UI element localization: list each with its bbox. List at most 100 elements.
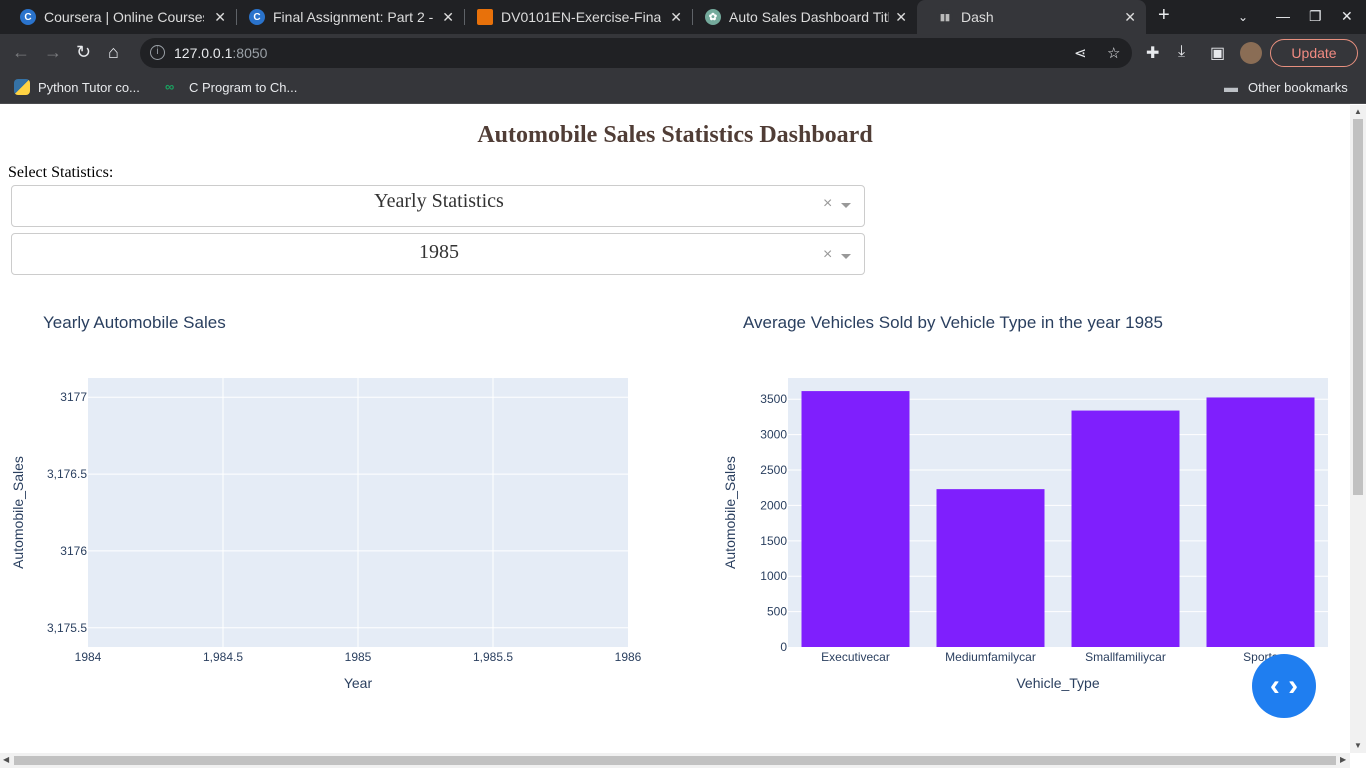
other-bookmarks[interactable]: ▬ Other bookmarks (1224, 79, 1348, 95)
tab-title: Coursera | Online Courses (44, 9, 204, 25)
vertical-scrollbar[interactable]: ▲ ▼ (1350, 105, 1366, 753)
dropdown-value: 1985 (419, 241, 459, 263)
close-icon[interactable]: ✕ (214, 9, 226, 26)
x-tick-label: Executivecar (821, 650, 890, 664)
dashboard-title: Automobile Sales Statistics Dashboard (477, 122, 873, 148)
tab-final-assignment[interactable]: C Final Assignment: Part 2 - ✕ (229, 0, 464, 34)
bookmark-label: C Program to Ch... (189, 79, 298, 95)
tab-search-icon[interactable]: ⌄ (1238, 10, 1248, 24)
browser-tab-bar: C Coursera | Online Courses ✕ C Final As… (0, 0, 1366, 34)
bookmark-c-program[interactable]: ∞ C Program to Ch... (165, 79, 297, 95)
y-tick-label: 3,176.5 (47, 467, 87, 481)
tab-dash[interactable]: ▮▮ Dash ✕ (917, 0, 1146, 34)
y-tick-label: 0 (780, 640, 787, 654)
year-dropdown[interactable]: 1985 × (11, 233, 865, 275)
coursera-icon: C (20, 9, 36, 25)
code-icon[interactable]: ‹ › (1252, 654, 1316, 718)
python-icon (14, 79, 30, 95)
y-tick-label: 3,175.5 (47, 621, 87, 635)
y-tick-label: 3500 (760, 392, 787, 406)
close-icon[interactable]: ✕ (670, 9, 682, 26)
notebook-icon (477, 9, 493, 25)
restore-icon[interactable]: ❐ (1309, 8, 1322, 25)
download-icon[interactable]: ⤓ (1178, 43, 1185, 61)
x-tick-label: 1985 (345, 650, 372, 664)
dash-page: Automobile Sales Statistics Dashboard Se… (0, 105, 1350, 753)
scroll-up-icon[interactable]: ▲ (1354, 107, 1362, 116)
tab-exercise-final[interactable]: DV0101EN-Exercise-Final- ✕ (457, 0, 692, 34)
x-tick-label: 1986 (615, 650, 642, 664)
close-icon[interactable]: ✕ (1124, 9, 1136, 26)
profile-avatar[interactable] (1240, 42, 1262, 64)
tab-auto-sales-chatgpt[interactable]: ✿ Auto Sales Dashboard Titl ✕ (685, 0, 917, 34)
clear-icon[interactable]: × (823, 195, 832, 213)
scroll-down-icon[interactable]: ▼ (1354, 741, 1362, 750)
dropdown-value: Yearly Statistics (374, 190, 504, 212)
update-button[interactable]: Update (1270, 39, 1358, 67)
link-icon: ∞ (165, 79, 175, 94)
chart-title: Yearly Automobile Sales (43, 313, 226, 332)
coursera-icon: C (249, 9, 265, 25)
browser-toolbar: ← → ↻ ⌂ i 127.0.0.1:8050 ⋖ ☆ ✚ ⤓ ▣ Updat… (0, 34, 1366, 72)
tab-title: Final Assignment: Part 2 - (273, 9, 433, 25)
scrollbar-thumb[interactable] (14, 756, 1336, 765)
horizontal-scrollbar[interactable]: ◀ ▶ (0, 753, 1350, 768)
dash-icon: ▮▮ (937, 9, 953, 25)
chevron-down-icon[interactable] (841, 254, 851, 259)
close-icon[interactable]: ✕ (442, 9, 454, 26)
side-panel-icon[interactable]: ▣ (1210, 43, 1225, 63)
statistics-dropdown[interactable]: Yearly Statistics × (11, 185, 865, 227)
select-statistics-label: Select Statistics: (8, 164, 114, 181)
bar (1206, 397, 1315, 647)
x-axis-label: Year (344, 675, 373, 691)
bookmark-python-tutor[interactable]: Python Tutor co... (14, 79, 140, 95)
chevron-down-icon[interactable] (841, 203, 851, 208)
home-icon[interactable]: ⌂ (108, 42, 119, 63)
scroll-right-icon[interactable]: ▶ (1340, 755, 1346, 764)
x-tick-label: 1,985.5 (473, 650, 513, 664)
tab-title: Dash (961, 9, 994, 25)
x-tick-label: 1,984.5 (203, 650, 243, 664)
y-tick-label: 1000 (760, 569, 787, 583)
y-axis-label: Automobile_Sales (10, 456, 26, 569)
x-tick-label: Smallfamiliycar (1085, 650, 1166, 664)
reload-icon[interactable]: ↻ (76, 42, 91, 63)
back-icon[interactable]: ← (12, 42, 30, 63)
tab-title: DV0101EN-Exercise-Final- (501, 9, 661, 25)
window-close-icon[interactable]: ✕ (1341, 8, 1353, 25)
share-icon[interactable]: ⋖ (1074, 44, 1087, 62)
close-icon[interactable]: ✕ (895, 9, 907, 26)
bookmarks-bar: Python Tutor co... ∞ C Program to Ch... … (0, 72, 1366, 104)
x-axis-label: Vehicle_Type (1016, 675, 1099, 691)
new-tab-icon[interactable]: + (1158, 4, 1170, 27)
yearly-sales-chart: Yearly Automobile Sales 1984 1,984.5 1985 1,… (10, 313, 642, 691)
x-tick-label: Mediumfamilycar (945, 650, 1036, 664)
y-tick-label: 3176 (60, 544, 87, 558)
y-tick-label: 3000 (760, 428, 787, 442)
extensions-icon[interactable]: ✚ (1146, 43, 1159, 63)
chatgpt-icon: ✿ (705, 9, 721, 25)
minimize-icon[interactable]: ― (1276, 8, 1290, 24)
vehicle-type-chart: Average Vehicles Sold by Vehicle Type in… (722, 313, 1328, 691)
scrollbar-thumb[interactable] (1353, 119, 1363, 495)
site-info-icon[interactable]: i (150, 45, 165, 60)
y-tick-label: 3177 (60, 390, 87, 404)
tab-title: Auto Sales Dashboard Titl (729, 9, 889, 25)
bar (1071, 410, 1180, 647)
y-axis-label: Automobile_Sales (722, 456, 738, 569)
address-bar[interactable]: i 127.0.0.1:8050 ⋖ ☆ (140, 38, 1132, 68)
scroll-left-icon[interactable]: ◀ (3, 755, 9, 764)
url-text: 127.0.0.1:8050 (174, 45, 268, 61)
bar (801, 391, 910, 647)
y-tick-label: 1500 (760, 534, 787, 548)
bookmark-star-icon[interactable]: ☆ (1107, 44, 1120, 62)
folder-icon: ▬ (1224, 79, 1238, 95)
clear-icon[interactable]: × (823, 246, 832, 264)
bookmark-label: Python Tutor co... (38, 79, 140, 95)
forward-icon[interactable]: → (44, 42, 62, 63)
y-tick-label: 2500 (760, 463, 787, 477)
x-tick-label: 1984 (75, 650, 102, 664)
tab-coursera[interactable]: C Coursera | Online Courses ✕ (0, 0, 236, 34)
y-tick-label: 500 (767, 605, 787, 619)
chart-title: Average Vehicles Sold by Vehicle Type in… (743, 313, 1163, 332)
